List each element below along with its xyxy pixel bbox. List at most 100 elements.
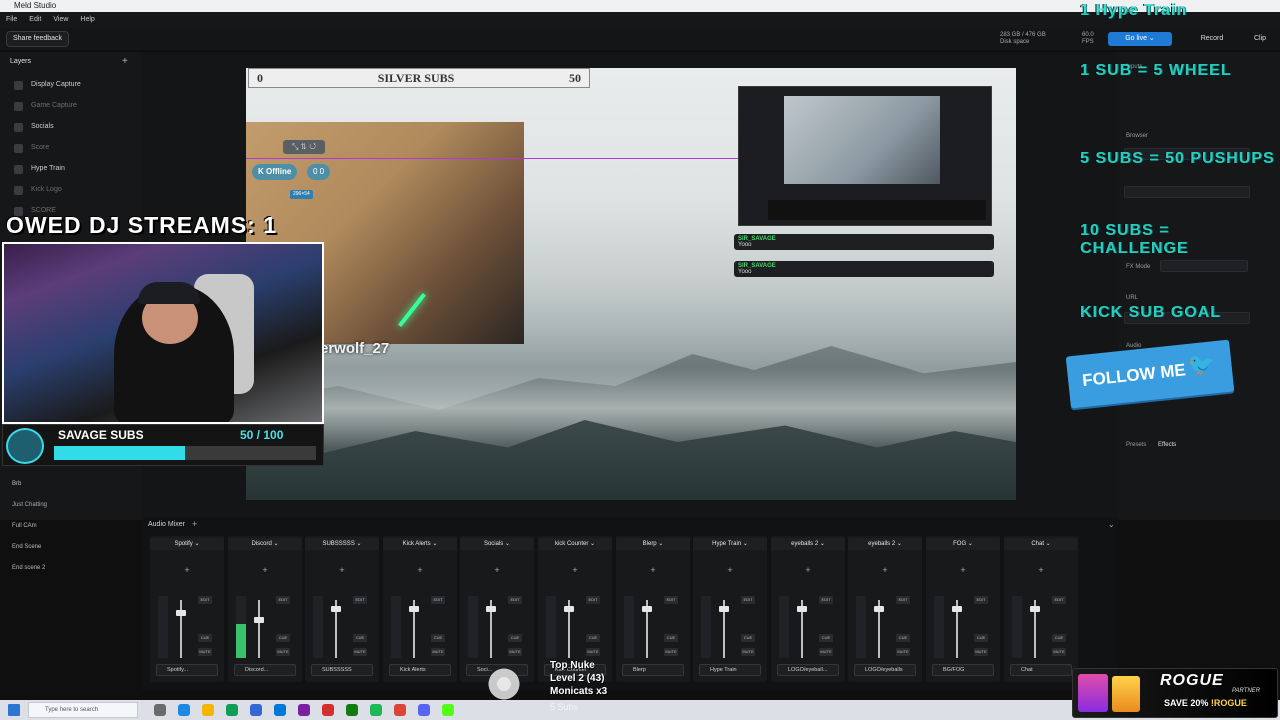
edit-button[interactable]: EDIT: [819, 596, 833, 604]
menu-file[interactable]: File: [6, 12, 17, 28]
strip-source-select[interactable]: Kick Alerts: [389, 664, 451, 676]
strip-name[interactable]: Socials ⌄: [460, 538, 534, 550]
edit-button[interactable]: EDIT: [664, 596, 678, 604]
task-app-icon[interactable]: [418, 704, 430, 716]
tab-effects[interactable]: Effects: [1158, 442, 1176, 448]
add-effect-button[interactable]: +: [1004, 565, 1078, 575]
add-effect-button[interactable]: +: [305, 565, 379, 575]
strip-name[interactable]: Hype Train ⌄: [693, 538, 767, 550]
mute-button[interactable]: MUTE: [896, 648, 910, 656]
mute-button[interactable]: MUTE: [586, 648, 600, 656]
layer-item[interactable]: Hype Train: [8, 160, 134, 178]
task-app-icon[interactable]: [394, 704, 406, 716]
volume-fader-knob[interactable]: [331, 606, 341, 612]
strip-name[interactable]: Chat ⌄: [1004, 538, 1078, 550]
volume-fader-knob[interactable]: [486, 606, 496, 612]
task-app-icon[interactable]: [202, 704, 214, 716]
add-effect-button[interactable]: +: [538, 565, 612, 575]
add-effect-button[interactable]: +: [926, 565, 1000, 575]
volume-fader-knob[interactable]: [254, 617, 264, 623]
menu-help[interactable]: Help: [80, 12, 94, 28]
cue-button[interactable]: CUE: [896, 634, 910, 642]
layer-item[interactable]: Score: [8, 139, 134, 157]
task-app-icon[interactable]: [250, 704, 262, 716]
add-effect-button[interactable]: +: [848, 565, 922, 575]
strip-name[interactable]: eyeballs 2 ⌄: [771, 538, 845, 550]
edit-button[interactable]: EDIT: [586, 596, 600, 604]
menu-edit[interactable]: Edit: [29, 12, 41, 28]
layer-item[interactable]: Display Capture: [8, 76, 134, 94]
task-app-icon[interactable]: [370, 704, 382, 716]
silver-subs-bar[interactable]: 0 SILVER SUBS 50: [248, 68, 590, 88]
strip-source-select[interactable]: LOGO/eyeball...: [777, 664, 839, 676]
transform-controls[interactable]: ⤡ ⇅ ↺: [283, 140, 325, 154]
edit-button[interactable]: EDIT: [1052, 596, 1066, 604]
mute-button[interactable]: MUTE: [974, 648, 988, 656]
taskbar-search[interactable]: Type here to search: [28, 702, 138, 718]
clip-button[interactable]: Clip: [1248, 32, 1272, 46]
cue-button[interactable]: CUE: [431, 634, 445, 642]
task-app-icon[interactable]: [226, 704, 238, 716]
add-effect-button[interactable]: +: [693, 565, 767, 575]
add-audio-button[interactable]: +: [192, 519, 197, 529]
strip-name[interactable]: SUBSSSSS ⌄: [305, 538, 379, 550]
cue-button[interactable]: CUE: [508, 634, 522, 642]
task-app-icon[interactable]: [178, 704, 190, 716]
strip-name[interactable]: eyeballs 2 ⌄: [848, 538, 922, 550]
strip-source-select[interactable]: BG/FOG: [932, 664, 994, 676]
cue-button[interactable]: CUE: [819, 634, 833, 642]
strip-name[interactable]: Kick Alerts ⌄: [383, 538, 457, 550]
mute-button[interactable]: MUTE: [741, 648, 755, 656]
layer-item[interactable]: Game Capture: [8, 97, 134, 115]
menu-view[interactable]: View: [53, 12, 68, 28]
add-effect-button[interactable]: +: [383, 565, 457, 575]
volume-fader-knob[interactable]: [719, 606, 729, 612]
chevron-down-icon[interactable]: ⌄: [1108, 520, 1115, 529]
strip-name[interactable]: FOG ⌄: [926, 538, 1000, 550]
fx-mode-select[interactable]: [1160, 260, 1248, 272]
mute-button[interactable]: MUTE: [819, 648, 833, 656]
task-app-icon[interactable]: [322, 704, 334, 716]
edit-button[interactable]: EDIT: [276, 596, 290, 604]
strip-source-select[interactable]: Blerp: [622, 664, 684, 676]
record-button[interactable]: Record: [1192, 32, 1232, 46]
cue-button[interactable]: CUE: [1052, 634, 1066, 642]
layer-item[interactable]: Socials: [8, 118, 134, 136]
mute-button[interactable]: MUTE: [1052, 648, 1066, 656]
scene-item[interactable]: Full CAm: [12, 523, 37, 529]
cue-button[interactable]: CUE: [276, 634, 290, 642]
volume-fader-knob[interactable]: [409, 606, 419, 612]
volume-fader-knob[interactable]: [874, 606, 884, 612]
tab-presets[interactable]: Presets: [1126, 442, 1146, 448]
scene-item[interactable]: End Scene: [12, 544, 41, 550]
layer-item[interactable]: Kick Logo: [8, 181, 134, 199]
task-app-icon[interactable]: [442, 704, 454, 716]
cue-button[interactable]: CUE: [741, 634, 755, 642]
volume-fader-knob[interactable]: [797, 606, 807, 612]
task-app-icon[interactable]: [298, 704, 310, 716]
props-field[interactable]: [1124, 186, 1250, 198]
windows-start-icon[interactable]: [8, 704, 20, 716]
volume-fader-knob[interactable]: [952, 606, 962, 612]
mute-button[interactable]: MUTE: [353, 648, 367, 656]
cue-button[interactable]: CUE: [198, 634, 212, 642]
mute-button[interactable]: MUTE: [664, 648, 678, 656]
add-effect-button[interactable]: +: [616, 565, 690, 575]
strip-name[interactable]: Spotify ⌄: [150, 538, 224, 550]
scene-item[interactable]: Just Chatting: [12, 502, 47, 508]
mute-button[interactable]: MUTE: [431, 648, 445, 656]
edit-button[interactable]: EDIT: [741, 596, 755, 604]
mute-button[interactable]: MUTE: [276, 648, 290, 656]
strip-source-select[interactable]: SUBSSSSS: [311, 664, 373, 676]
mute-button[interactable]: MUTE: [508, 648, 522, 656]
cue-button[interactable]: CUE: [586, 634, 600, 642]
cue-button[interactable]: CUE: [664, 634, 678, 642]
task-app-icon[interactable]: [274, 704, 286, 716]
scene-item[interactable]: End scene 2: [12, 565, 45, 571]
strip-source-select[interactable]: Spotify...: [156, 664, 218, 676]
go-live-button[interactable]: Go live ⌄: [1108, 32, 1172, 46]
edit-button[interactable]: EDIT: [431, 596, 445, 604]
task-app-icon[interactable]: [346, 704, 358, 716]
cue-button[interactable]: CUE: [974, 634, 988, 642]
mute-button[interactable]: MUTE: [198, 648, 212, 656]
